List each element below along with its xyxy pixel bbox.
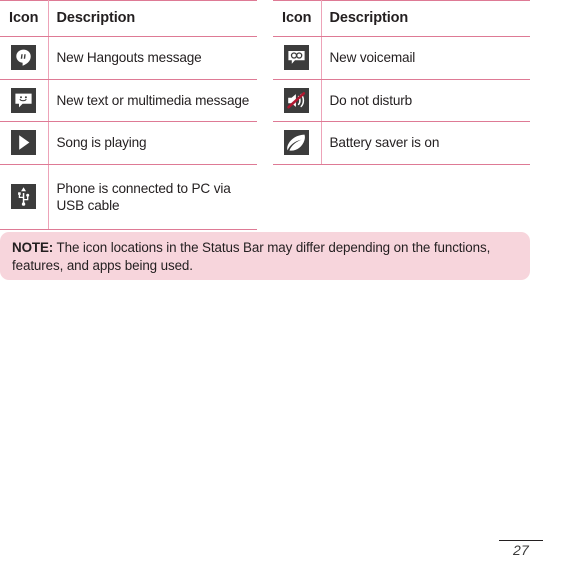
table-row: New Hangouts message	[0, 36, 257, 80]
icon-cell	[0, 79, 49, 122]
table-row: Do not disturb	[273, 79, 530, 122]
page-number-rule	[499, 539, 543, 541]
description-cell: New voicemail	[321, 36, 530, 80]
note-body: The icon locations in the Status Bar may…	[12, 240, 491, 273]
description-cell: Song is playing	[48, 121, 257, 165]
column-header-description: Description	[48, 0, 257, 37]
note-text: NOTE: The icon locations in the Status B…	[12, 239, 516, 274]
status-icon-table-right: Icon Description New voicemail Do not di…	[273, 0, 530, 165]
status-icon-tables: Icon Description New Hangouts message Ne…	[0, 0, 565, 230]
do-not-disturb-icon	[284, 87, 310, 113]
page-number-block: 27	[499, 539, 543, 558]
hangouts-icon	[11, 45, 37, 71]
description-cell: Do not disturb	[321, 79, 530, 122]
table-row: Battery saver is on	[273, 121, 530, 165]
page-number: 27	[513, 542, 529, 558]
icon-cell	[0, 36, 49, 80]
status-icon-table-left: Icon Description New Hangouts message Ne…	[0, 0, 257, 230]
description-cell: Phone is connected to PC via USB cable	[48, 164, 257, 230]
icon-cell	[273, 36, 322, 80]
table-row: New voicemail	[273, 36, 530, 80]
icon-cell	[0, 164, 49, 230]
column-header-icon: Icon	[0, 0, 49, 37]
column-header-icon: Icon	[273, 0, 322, 37]
icon-cell	[273, 79, 322, 122]
note-callout: NOTE: The icon locations in the Status B…	[0, 232, 530, 280]
table-row: Song is playing	[0, 121, 257, 165]
table-row: Phone is connected to PC via USB cable	[0, 164, 257, 230]
icon-cell	[273, 121, 322, 165]
sms-mms-icon	[11, 87, 37, 113]
icon-cell	[0, 121, 49, 165]
table-row: New text or multimedia message	[0, 79, 257, 122]
usb-icon	[11, 184, 37, 209]
voicemail-icon	[284, 45, 310, 71]
battery-saver-icon	[284, 130, 310, 156]
table-header-row: Icon Description	[0, 0, 257, 37]
table-header-row: Icon Description	[273, 0, 530, 37]
description-cell: Battery saver is on	[321, 121, 530, 165]
column-header-description: Description	[321, 0, 530, 37]
play-icon	[11, 130, 37, 156]
note-label: NOTE:	[12, 240, 54, 255]
description-cell: New text or multimedia message	[48, 79, 257, 122]
description-cell: New Hangouts message	[48, 36, 257, 80]
